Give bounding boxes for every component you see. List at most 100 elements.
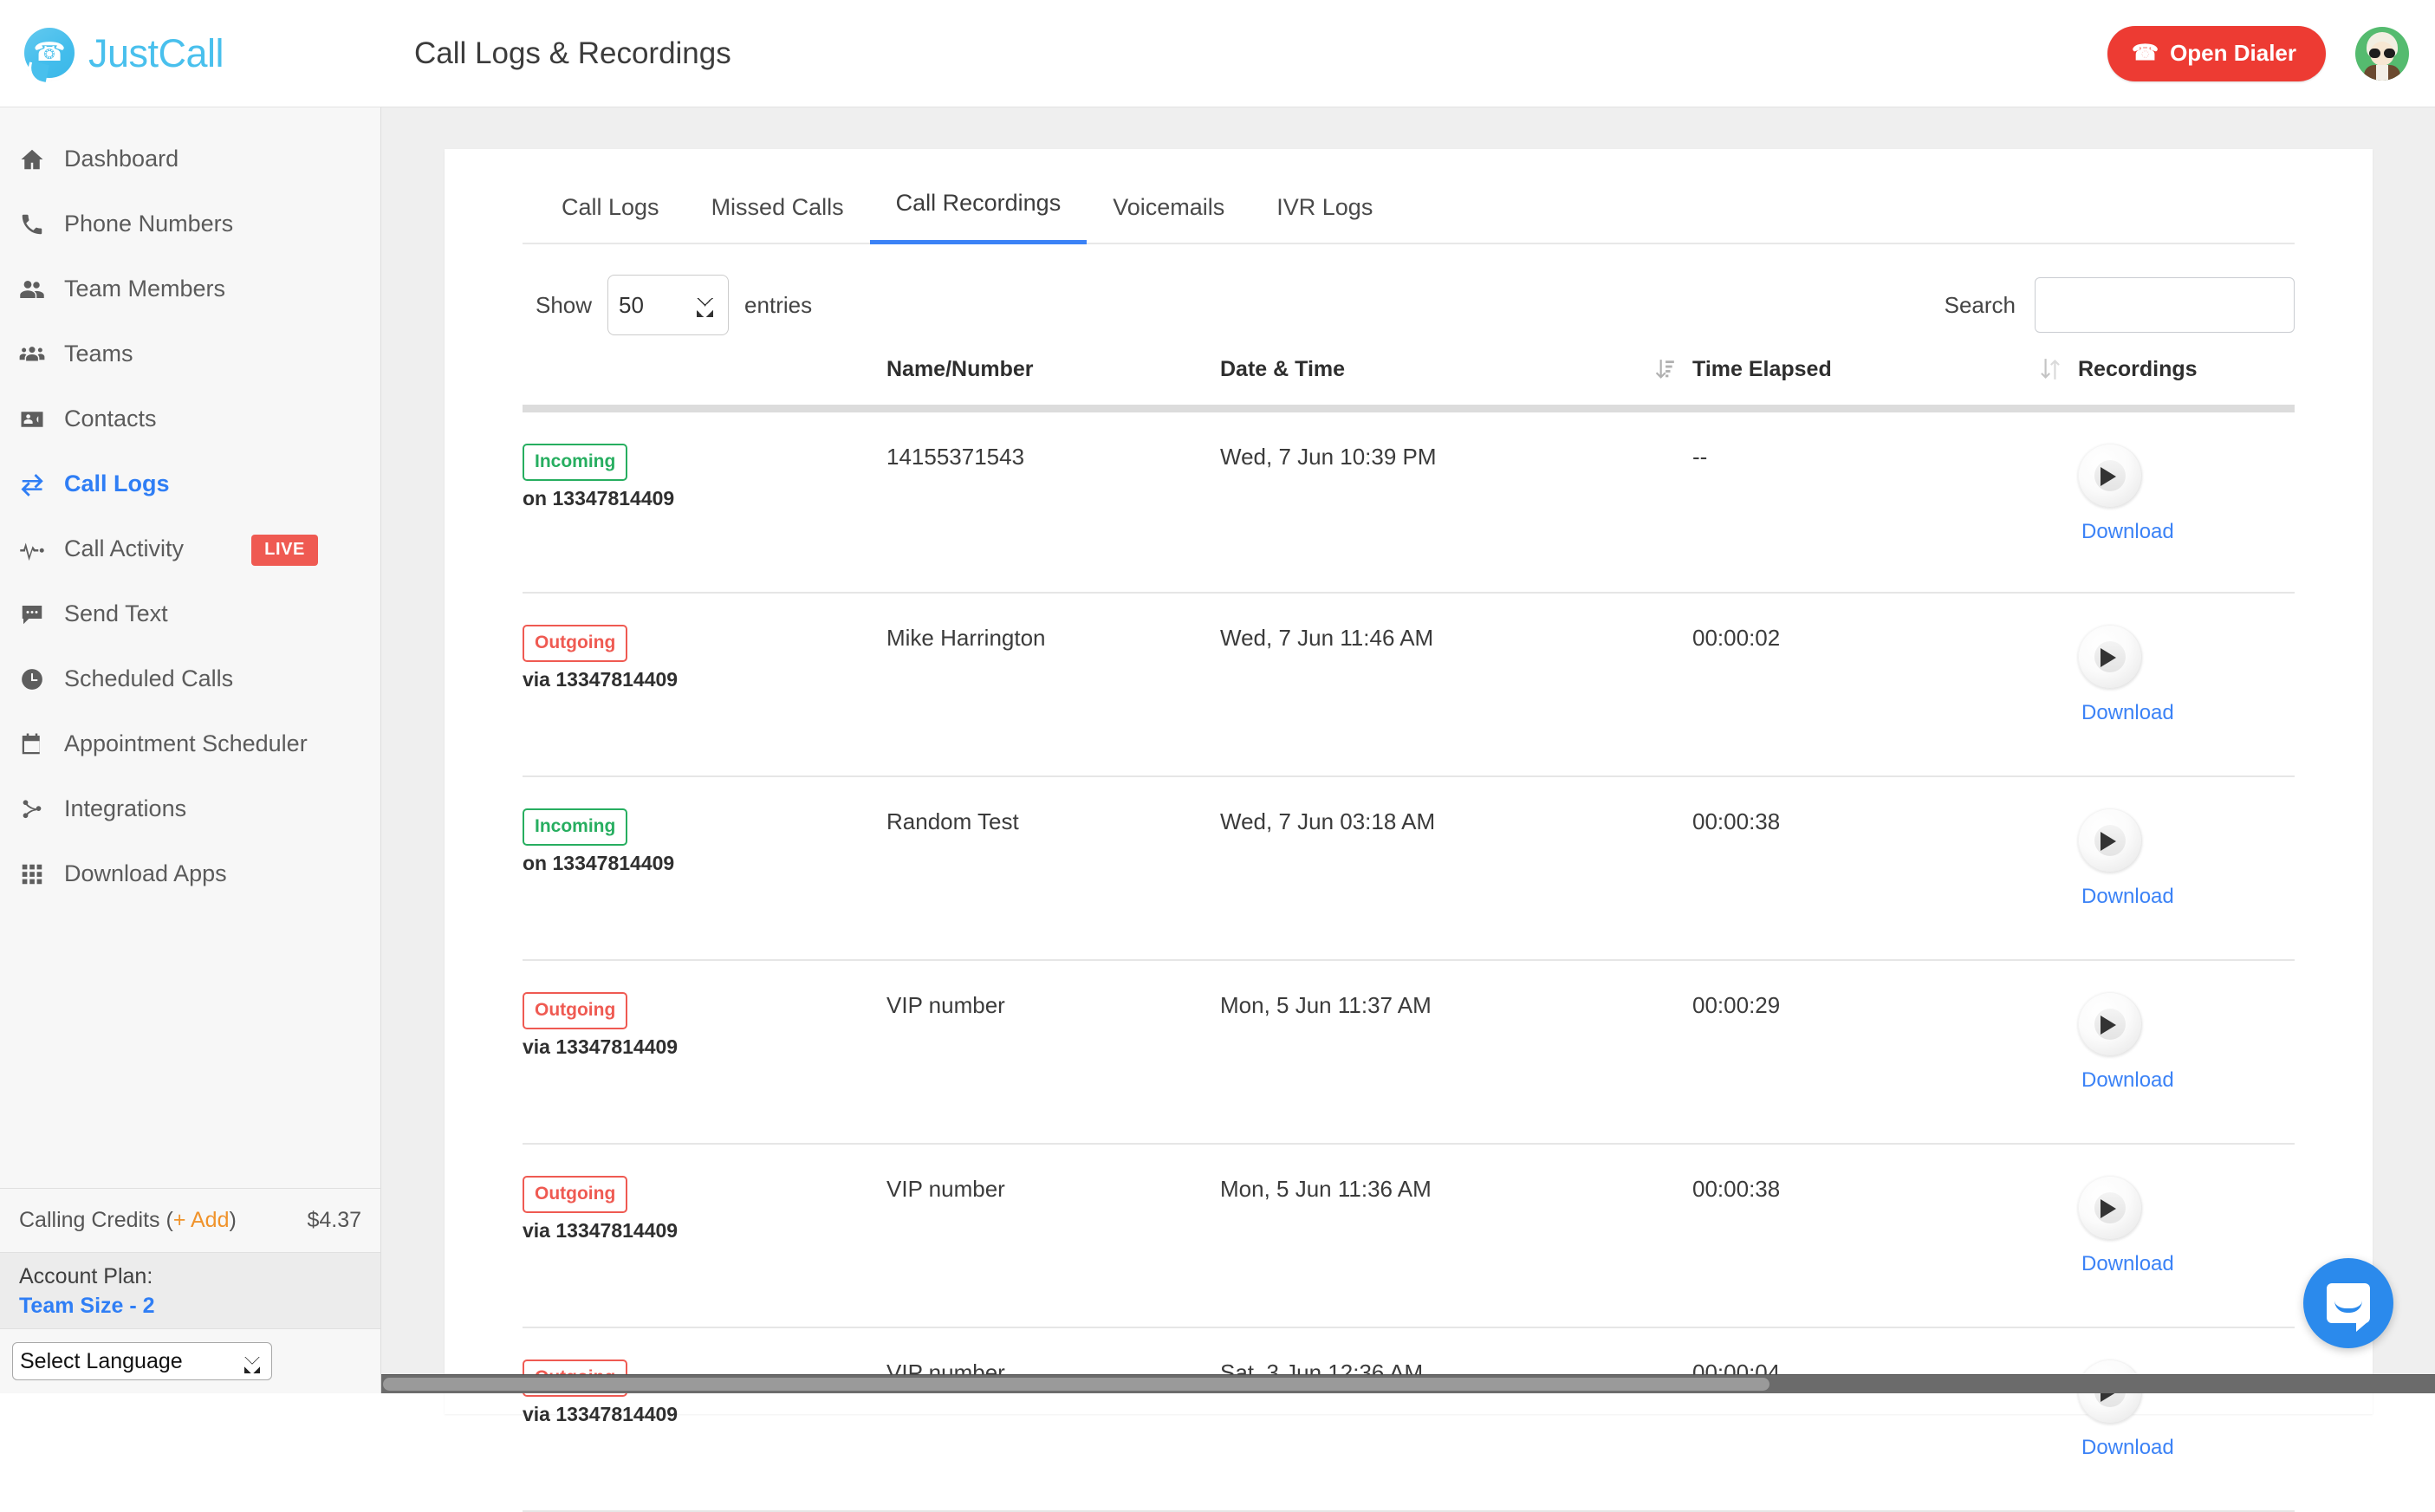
pulse-icon <box>19 536 59 562</box>
add-credits-link[interactable]: + Add <box>173 1208 230 1233</box>
sidebar-item-scheduled-calls[interactable]: Scheduled Calls <box>0 646 380 711</box>
time-elapsed-cell: -- <box>1692 409 2039 593</box>
direction-badge: Outgoing <box>523 1176 627 1213</box>
direction-badge: Outgoing <box>523 625 627 662</box>
spacer-cell <box>1653 593 1692 776</box>
sidebar-item-label: Call Logs <box>64 470 170 497</box>
language-select[interactable]: Select Language <box>12 1342 272 1380</box>
sidebar-item-label: Phone Numbers <box>64 211 233 237</box>
table-row[interactable]: Outgoing via 13347814409 VIP number Sat,… <box>523 1327 2295 1511</box>
column-header-type[interactable] <box>523 344 886 409</box>
via-number-line: on 13347814409 <box>523 487 886 510</box>
clock-icon <box>19 666 59 692</box>
sidebar-item-contacts[interactable]: Contacts <box>0 386 380 451</box>
spacer-cell <box>2039 1327 2078 1511</box>
spacer-cell <box>1653 776 1692 960</box>
download-link[interactable]: Download <box>2081 885 2295 909</box>
name-number-cell: 14155371543 <box>886 409 1220 593</box>
intercom-chat-icon[interactable] <box>2303 1258 2393 1348</box>
column-header-time-elapsed[interactable]: Time Elapsed <box>1692 344 2039 409</box>
name-number-cell: VIP number <box>886 960 1220 1144</box>
sidebar-item-team-members[interactable]: Team Members <box>0 256 380 321</box>
table-header-row: Name/Number Date & Time Time Elapsed <box>523 344 2295 409</box>
table-controls: Show 50 entries Search <box>523 244 2295 344</box>
table-row[interactable]: Outgoing via 13347814409 VIP number Mon,… <box>523 960 2295 1144</box>
show-entries-label: Show <box>536 292 592 319</box>
recording-cell: Download <box>2078 960 2295 1144</box>
tab-missed-calls[interactable]: Missed Calls <box>685 194 870 244</box>
sidebar-item-integrations[interactable]: Integrations <box>0 776 380 841</box>
channel-number: 13347814409 <box>555 668 678 691</box>
date-time-cell: Sat, 3 Jun 12:36 AM <box>1220 1327 1653 1511</box>
date-time-cell: Mon, 5 Jun 11:37 AM <box>1220 960 1653 1144</box>
tab-ivr-logs[interactable]: IVR Logs <box>1250 194 1399 244</box>
name-number-cell: Random Test <box>886 776 1220 960</box>
sidebar-item-call-activity[interactable]: Call Activity LIVE <box>0 516 380 581</box>
sidebar-item-label: Teams <box>64 341 133 367</box>
phone-icon: ☎ <box>2132 40 2159 66</box>
play-icon[interactable] <box>2078 992 2142 1056</box>
call-type-cell: Incoming on 13347814409 <box>523 776 886 960</box>
account-plan-value[interactable]: Team Size - 2 <box>19 1294 361 1319</box>
calendar-icon <box>19 731 59 757</box>
spacer-cell <box>1653 409 1692 593</box>
download-link[interactable]: Download <box>2081 1068 2295 1093</box>
avatar[interactable] <box>2355 27 2409 81</box>
sidebar-item-download-apps[interactable]: Download Apps <box>0 841 380 906</box>
horizontal-scrollbar[interactable] <box>381 1374 2435 1393</box>
download-link[interactable]: Download <box>2081 520 2295 544</box>
sidebar-item-dashboard[interactable]: Dashboard <box>0 127 380 191</box>
language-selector-wrap: Select Language <box>0 1328 380 1393</box>
entries-suffix-label: entries <box>744 292 812 319</box>
play-icon[interactable] <box>2078 1176 2142 1240</box>
sidebar-item-appointment-scheduler[interactable]: Appointment Scheduler <box>0 711 380 776</box>
sort-amount-desc-icon[interactable] <box>1653 344 1692 409</box>
via-number-line: via 13347814409 <box>523 1403 886 1426</box>
table-row[interactable]: Incoming on 13347814409 Random Test Wed,… <box>523 776 2295 960</box>
contact-card-icon <box>19 406 59 432</box>
date-time-cell: Wed, 7 Jun 11:46 AM <box>1220 593 1653 776</box>
sidebar-item-label: Download Apps <box>64 860 227 887</box>
brand-name: JustCall <box>88 31 224 76</box>
table-row[interactable]: Incoming on 13347814409 14155371543 Wed,… <box>523 409 2295 593</box>
sidebar-item-send-text[interactable]: Send Text <box>0 581 380 646</box>
table-row[interactable]: Outgoing via 13347814409 Mike Harrington… <box>523 593 2295 776</box>
sort-updown-icon[interactable] <box>2039 344 2078 409</box>
sidebar-item-teams[interactable]: Teams <box>0 321 380 386</box>
open-dialer-button[interactable]: ☎ Open Dialer <box>2107 26 2326 81</box>
sidebar-item-label: Scheduled Calls <box>64 665 233 692</box>
play-icon[interactable] <box>2078 444 2142 508</box>
spacer-cell <box>1653 960 1692 1144</box>
spacer-cell <box>2039 409 2078 593</box>
play-icon[interactable] <box>2078 625 2142 689</box>
preposition: via <box>523 1035 550 1058</box>
name-number-cell: VIP number <box>886 1144 1220 1327</box>
play-icon[interactable] <box>2078 808 2142 873</box>
entries-per-page-select[interactable]: 50 <box>607 275 729 335</box>
download-link[interactable]: Download <box>2081 1252 2295 1276</box>
call-type-cell: Outgoing via 13347814409 <box>523 593 886 776</box>
search-input[interactable] <box>2035 277 2295 333</box>
name-number-cell: Mike Harrington <box>886 593 1220 776</box>
sidebar-item-call-logs[interactable]: Call Logs <box>0 451 380 516</box>
column-header-date-time[interactable]: Date & Time <box>1220 344 1653 409</box>
tab-voicemails[interactable]: Voicemails <box>1087 194 1250 244</box>
tab-call-logs[interactable]: Call Logs <box>536 194 685 244</box>
page-title: Call Logs & Recordings <box>414 36 731 71</box>
tab-call-recordings[interactable]: Call Recordings <box>870 190 1088 244</box>
scrollbar-thumb[interactable] <box>383 1378 1769 1391</box>
table-row[interactable]: Outgoing via 13347814409 VIP number Mon,… <box>523 1144 2295 1327</box>
download-link[interactable]: Download <box>2081 701 2295 725</box>
time-elapsed-cell: 00:00:29 <box>1692 960 2039 1144</box>
download-link[interactable]: Download <box>2081 1436 2295 1460</box>
phone-icon <box>19 211 59 237</box>
recording-cell: Download <box>2078 776 2295 960</box>
column-header-recordings[interactable]: Recordings <box>2078 344 2295 409</box>
sidebar-item-phone-numbers[interactable]: Phone Numbers <box>0 191 380 256</box>
preposition: via <box>523 1403 550 1425</box>
time-elapsed-cell: 00:00:04 <box>1692 1327 2039 1511</box>
preposition: on <box>523 487 547 509</box>
recordings-table: Name/Number Date & Time Time Elapsed <box>523 344 2295 1512</box>
column-header-name-number[interactable]: Name/Number <box>886 344 1220 409</box>
brand-logo[interactable]: ☎ JustCall <box>0 0 381 107</box>
